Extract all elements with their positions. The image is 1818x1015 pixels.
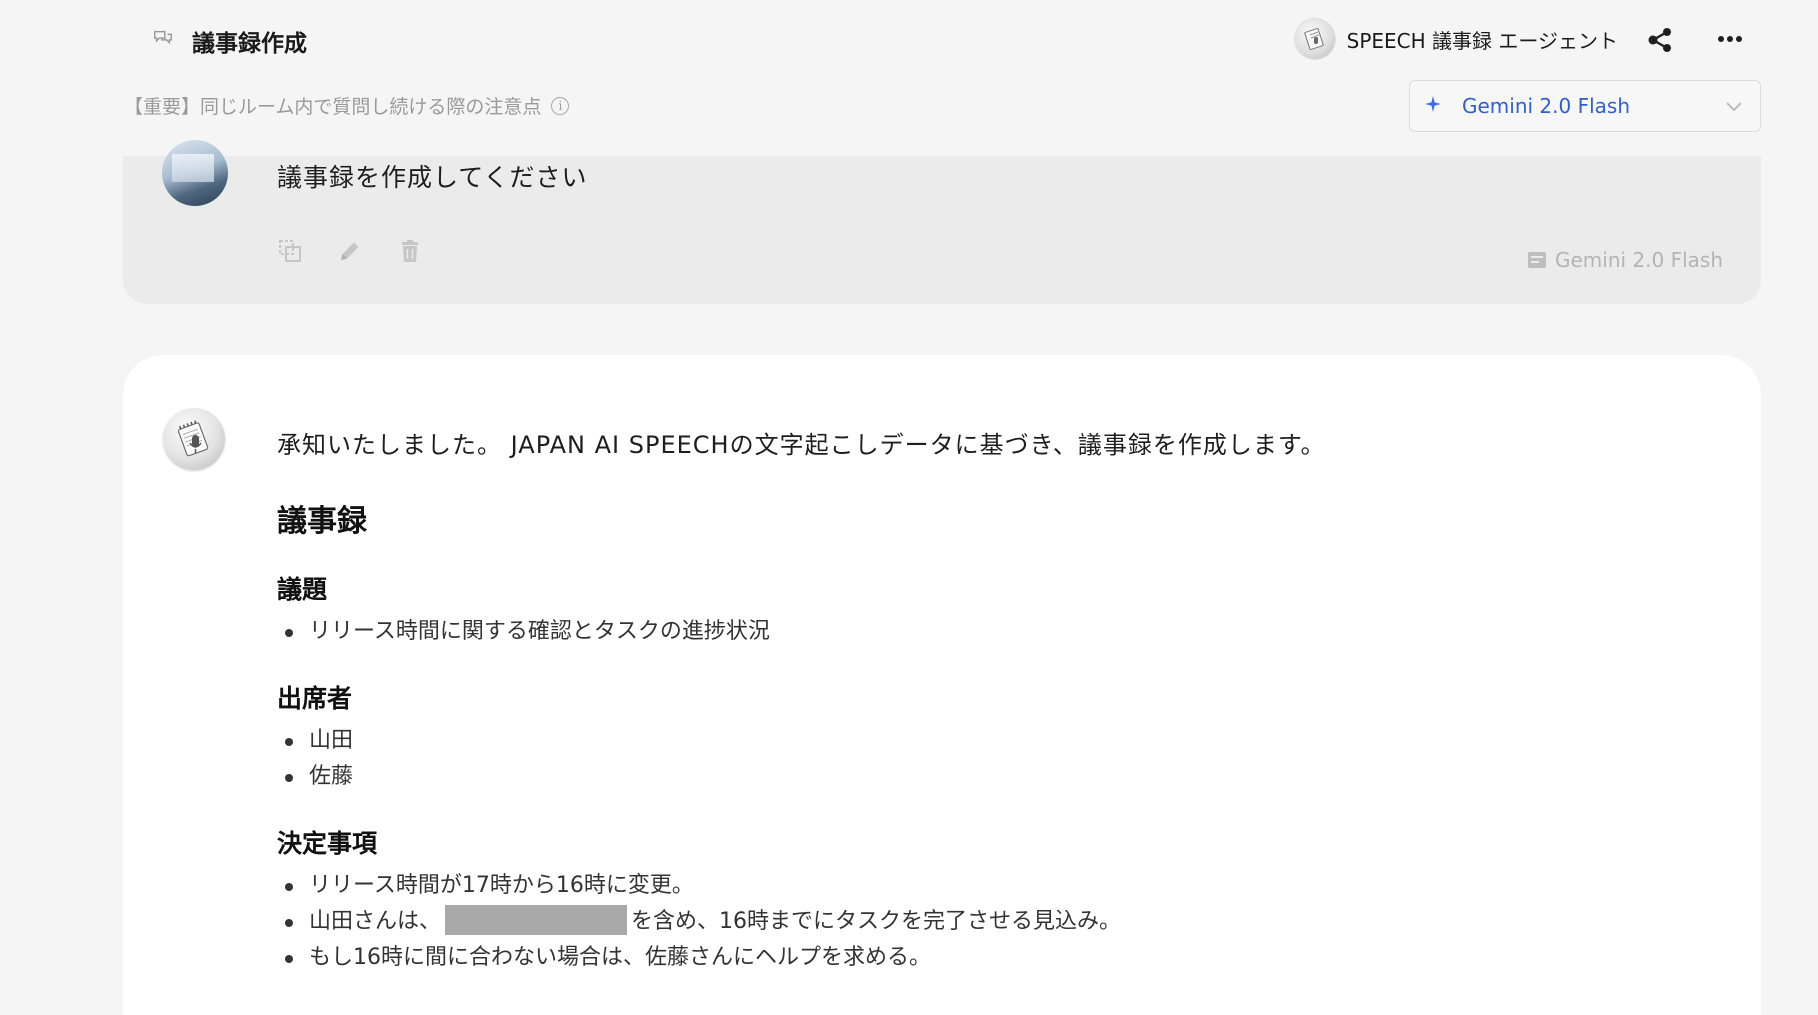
assistant-avatar xyxy=(163,408,225,470)
list-item: もし16時に間に合わない場合は、佐藤さんにヘルプを求める。 xyxy=(277,940,1677,976)
message-actions xyxy=(277,238,423,264)
trash-icon[interactable] xyxy=(397,238,423,264)
message-model-label: Gemini 2.0 Flash xyxy=(1527,248,1723,272)
assistant-intro: 承知いたしました。 JAPAN AI SPEECHの文字起こしデータに基づき、議… xyxy=(277,431,1326,459)
section-title: 議題 xyxy=(277,575,328,604)
chevron-down-icon xyxy=(1726,102,1742,112)
model-select[interactable]: Gemini 2.0 Flash xyxy=(1409,80,1761,132)
sparkle-icon xyxy=(1424,95,1448,118)
user-message: 議事録を作成してください Gemini 2.0 Flash xyxy=(123,140,1761,304)
agent-selector[interactable]: SPEECH 議事録 エージェント xyxy=(1294,19,1618,59)
room-title: 議事録作成 xyxy=(192,31,307,57)
notice-text: 【重要】同じルーム内で質問し続ける際の注意点 xyxy=(124,96,542,118)
notepad-mic-icon xyxy=(1303,28,1324,50)
model-select-value: Gemini 2.0 Flash xyxy=(1462,94,1631,118)
top-bar: 議事録作成 SPEECH 議事録 エージェント xyxy=(0,0,1818,80)
notepad-mic-icon xyxy=(177,420,209,457)
section-title: 決定事項 xyxy=(277,829,378,858)
minutes-heading: 議事録 xyxy=(277,504,367,539)
section-decisions: 決定事項 リリース時間が17時から16時に変更。 山田さんは、 を含め、16時まで… xyxy=(277,824,1677,976)
user-avatar xyxy=(162,140,228,206)
notice-link[interactable]: 【重要】同じルーム内で質問し続ける際の注意点 i xyxy=(124,92,570,119)
info-icon[interactable]: i xyxy=(551,96,570,115)
agent-name: SPEECH 議事録 エージェント xyxy=(1346,28,1618,53)
user-message-text: 議事録を作成してください xyxy=(277,163,588,192)
redacted-block xyxy=(445,905,628,935)
list-item-text: 山田さんは、 xyxy=(309,909,442,934)
list-item: 山田さんは、 を含め、16時までにタスクを完了させる見込み。 xyxy=(277,904,1677,940)
model-chip-icon xyxy=(1527,252,1546,268)
agent-avatar xyxy=(1294,19,1335,59)
copy-icon[interactable] xyxy=(277,238,303,264)
chat-bubbles-icon xyxy=(154,30,172,45)
list-item: リリース時間に関する確認とタスクの進捗状況 xyxy=(277,614,1677,650)
share-icon[interactable] xyxy=(1646,26,1674,54)
list-item: リリース時間が17時から16時に変更。 xyxy=(277,868,1677,904)
list-item-text: を含め、16時までにタスクを完了させる見込み。 xyxy=(631,909,1122,934)
list-item: 佐藤 xyxy=(277,759,1677,795)
list-item: 山田 xyxy=(277,723,1677,759)
pencil-icon[interactable] xyxy=(337,238,363,264)
more-dots-icon[interactable] xyxy=(1716,28,1744,50)
section-title: 出席者 xyxy=(277,684,353,713)
assistant-message: 承知いたしました。 JAPAN AI SPEECHの文字起こしデータに基づき、議… xyxy=(123,355,1761,1015)
section-attendees: 出席者 山田 佐藤 xyxy=(277,679,1677,795)
message-model-name: Gemini 2.0 Flash xyxy=(1554,248,1723,272)
section-agenda: 議題 リリース時間に関する確認とタスクの進捗状況 xyxy=(277,570,1677,650)
assistant-content: 承知いたしました。 JAPAN AI SPEECHの文字起こしデータに基づき、議… xyxy=(277,425,1677,1005)
